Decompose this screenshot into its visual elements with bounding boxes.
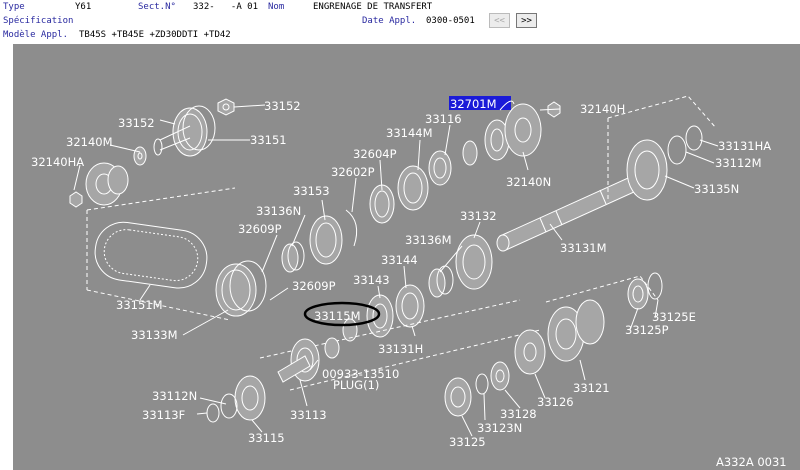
part-33144M-gear-drawing	[397, 165, 429, 211]
label-33115[interactable]: 33115	[248, 431, 285, 445]
diagram-ref-code: A332A 0031	[716, 455, 787, 469]
part-33115-bearing-drawing	[234, 375, 266, 421]
label-33135N[interactable]: 33135N	[694, 182, 739, 196]
label-plug: PLUG(1)	[333, 378, 379, 392]
date-label: Date Appl.	[362, 16, 417, 26]
part-33125E-ring-drawing	[647, 272, 663, 300]
parts-diagram: 33152 33152 33151 32140M 32140HA 33151M …	[13, 44, 800, 470]
sect-value: 332- -A 01	[193, 2, 259, 12]
part-33131HA-ring-drawing	[685, 125, 703, 151]
label-32609P-a[interactable]: 32609P	[238, 222, 282, 236]
part-33126-gear-drawing	[514, 329, 546, 375]
label-33125P[interactable]: 33125P	[625, 323, 669, 337]
prev-button[interactable]: <<	[489, 13, 510, 28]
part-32140M-flange-drawing	[85, 162, 129, 206]
part-33151-drawing	[153, 105, 216, 157]
part-32140N-flange-drawing	[504, 103, 542, 157]
label-33131M[interactable]: 33131M	[560, 241, 607, 255]
label-33112M[interactable]: 33112M	[715, 156, 762, 170]
label-32701M[interactable]: 32701M	[450, 97, 497, 111]
part-33112M-ring-drawing	[667, 135, 687, 165]
label-33153[interactable]: 33153	[293, 184, 330, 198]
sect-label: Sect.N°	[138, 2, 176, 12]
part-33135N-gear-drawing	[626, 139, 668, 201]
label-33136M[interactable]: 33136M	[405, 233, 452, 247]
model-value: TB45S +TB45E +ZD30DDTI +TD42	[79, 30, 231, 40]
spec-label: Spécification	[3, 16, 74, 26]
part-33153-ring-drawing	[309, 215, 343, 265]
label-33126[interactable]: 33126	[537, 395, 574, 409]
part-33112N-ring-drawing	[220, 393, 238, 419]
label-33152-top[interactable]: 33152	[264, 99, 301, 113]
label-33133M[interactable]: 33133M	[131, 328, 178, 342]
part-33136N-bearing-drawing	[281, 241, 305, 273]
label-33131HA[interactable]: 33131HA	[718, 139, 771, 153]
label-32140N[interactable]: 32140N	[506, 175, 551, 189]
label-32609P-b[interactable]: 32609P	[292, 279, 336, 293]
label-33116[interactable]: 33116	[425, 112, 462, 126]
label-33136N[interactable]: 33136N	[256, 204, 301, 218]
label-33115M[interactable]: 33115M	[314, 309, 361, 323]
label-33125[interactable]: 33125	[449, 435, 486, 449]
part-32701M-bearing-drawing	[462, 119, 510, 166]
part-33123N-ring-drawing	[475, 373, 489, 395]
label-33121[interactable]: 33121	[573, 381, 610, 395]
label-33125E[interactable]: 33125E	[652, 310, 696, 324]
part-33121-gear-drawing	[547, 299, 605, 362]
part-33128-washer-drawing	[490, 361, 510, 391]
part-33144-gear-drawing	[395, 284, 425, 328]
type-value: Y61	[75, 2, 92, 12]
label-33113[interactable]: 33113	[290, 408, 327, 422]
label-33152-washer[interactable]: 33152	[118, 116, 155, 130]
label-33144M[interactable]: 33144M	[386, 126, 433, 140]
label-33144[interactable]: 33144	[381, 253, 418, 267]
part-33151M-chain-drawing	[94, 221, 208, 289]
label-32140HA[interactable]: 32140HA	[31, 155, 84, 169]
part-33113F-ring-drawing	[206, 403, 220, 423]
label-33132[interactable]: 33132	[460, 209, 497, 223]
label-32602P[interactable]: 32602P	[331, 165, 375, 179]
label-33128[interactable]: 33128	[500, 407, 537, 421]
part-32602P-snap-drawing	[345, 209, 358, 247]
date-value: 0300-0501	[426, 16, 475, 26]
label-33113F[interactable]: 33113F	[142, 408, 185, 422]
label-33112N[interactable]: 33112N	[152, 389, 197, 403]
nom-value: ENGRENAGE DE TRANSFERT	[313, 2, 433, 12]
model-label: Modèle Appl.	[3, 30, 69, 40]
part-33125-bearing-drawing	[444, 377, 472, 417]
label-32604P[interactable]: 32604P	[353, 147, 397, 161]
label-32140M[interactable]: 32140M	[66, 135, 113, 149]
part-33116-ring-drawing	[428, 150, 452, 186]
part-33152-nut-drawing	[217, 98, 235, 116]
part-33133M-gear-drawing	[215, 260, 267, 317]
next-button[interactable]: >>	[516, 13, 537, 28]
type-label: Type	[3, 2, 25, 12]
label-33151[interactable]: 33151	[250, 133, 287, 147]
part-33132-gear-drawing	[455, 234, 493, 290]
part-33152-washer-drawing	[133, 146, 147, 166]
label-33123N[interactable]: 33123N	[477, 421, 522, 435]
part-32604P-ring-drawing	[369, 184, 395, 224]
nom-label: Nom	[268, 2, 285, 12]
label-33151M[interactable]: 33151M	[116, 298, 163, 312]
label-33131H[interactable]: 33131H	[378, 342, 423, 356]
header-panel: Type Y61 Sect.N° 332- -A 01 Nom ENGRENAG…	[0, 0, 800, 44]
label-33143[interactable]: 33143	[353, 273, 390, 287]
part-32140HA-bolt-drawing	[69, 191, 83, 208]
parts-diagram-svg: 33152 33152 33151 32140M 32140HA 33151M …	[31, 95, 787, 469]
part-33143-ring-drawing	[366, 294, 394, 338]
label-32140H[interactable]: 32140H	[580, 102, 625, 116]
